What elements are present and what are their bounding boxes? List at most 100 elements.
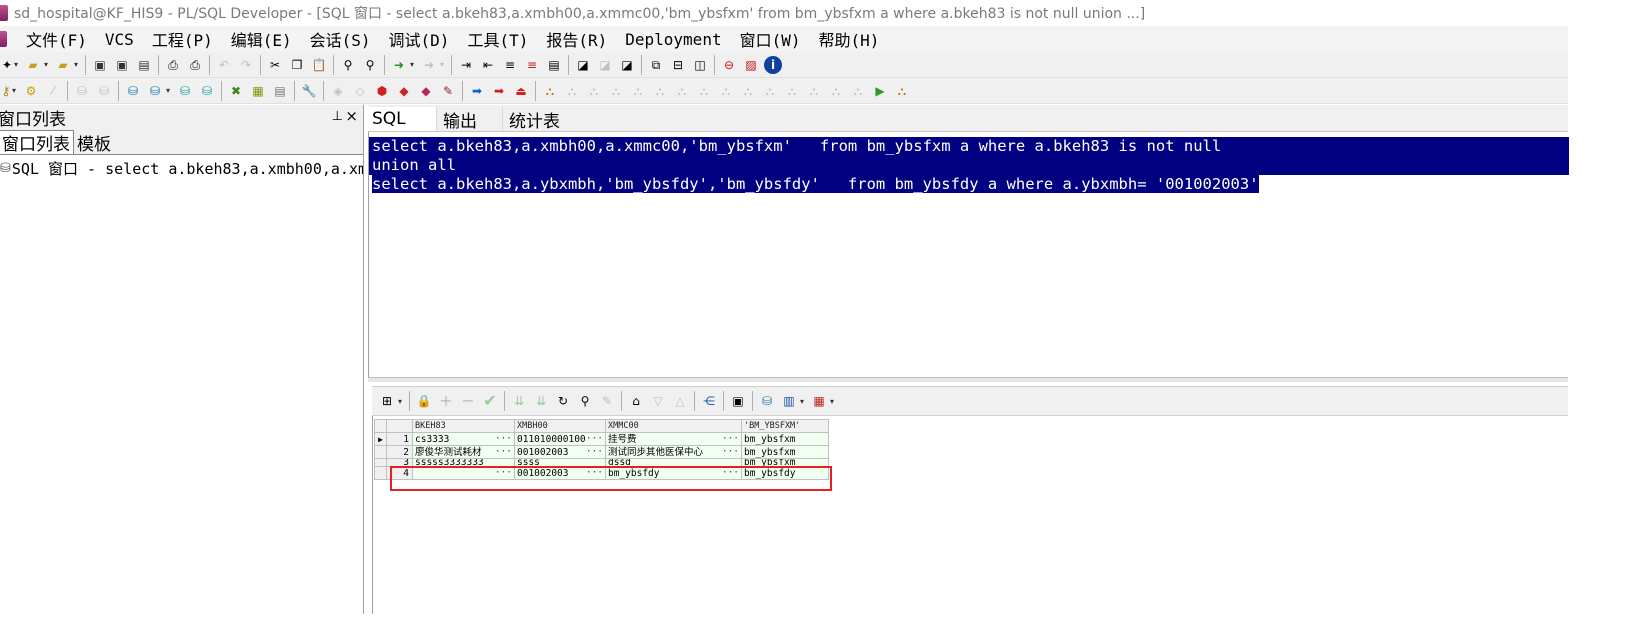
lock-icon[interactable]: 🔒 bbox=[415, 392, 433, 410]
tab-sql[interactable]: SQL bbox=[368, 107, 436, 131]
undo-icon[interactable]: ↶ bbox=[215, 56, 233, 74]
grid-cell[interactable]: sssss3333333 bbox=[412, 458, 515, 467]
grid-select-dropdown-icon[interactable]: ▾ bbox=[398, 397, 406, 406]
menu-window[interactable]: 窗口(W) bbox=[731, 27, 810, 51]
chart-icon[interactable]: ▥ bbox=[780, 392, 798, 410]
debug-stop-icon[interactable]: ◆ bbox=[395, 82, 413, 100]
sql-editor[interactable]: select a.bkeh83,a.xmbh00,a.xmmc00,'bm_yb… bbox=[368, 131, 1569, 377]
menu-edit[interactable]: 编辑(E) bbox=[222, 27, 301, 51]
object-e-icon[interactable]: ⛬ bbox=[651, 82, 669, 100]
query-builder-icon[interactable]: ◪ bbox=[596, 56, 614, 74]
debug-start-icon[interactable]: ◈ bbox=[329, 82, 347, 100]
menu-project[interactable]: 工程(P) bbox=[143, 27, 222, 51]
query-by-example-icon[interactable]: ⌂ bbox=[627, 392, 645, 410]
sort-desc-icon[interactable]: ▽ bbox=[649, 392, 667, 410]
object-b-icon[interactable]: ⛬ bbox=[585, 82, 603, 100]
object-extra-icon[interactable]: ⛬ bbox=[893, 82, 911, 100]
debug-red-icon[interactable]: ⬢ bbox=[373, 82, 391, 100]
new-icon[interactable]: ✦ bbox=[2, 56, 12, 74]
grid-cell[interactable]: 挂号费 ··· bbox=[605, 432, 742, 446]
column-header-bkeh83[interactable]: BKEH83 bbox=[412, 419, 515, 433]
object-l-icon[interactable]: ⛬ bbox=[805, 82, 823, 100]
sql-line[interactable]: union all bbox=[372, 156, 456, 175]
copy-icon[interactable]: ❐ bbox=[288, 56, 306, 74]
commit-icon[interactable]: ⛁ bbox=[73, 82, 91, 100]
chart-dropdown-icon[interactable]: ▾ bbox=[800, 397, 808, 406]
window-tile-v-icon[interactable]: ◫ bbox=[691, 56, 709, 74]
new-test-window-icon[interactable]: ⛁ bbox=[198, 82, 216, 100]
outdent-icon[interactable]: ⇤ bbox=[479, 56, 497, 74]
object-a-icon[interactable]: ⛬ bbox=[563, 82, 581, 100]
find-icon[interactable]: ⚲ bbox=[339, 56, 357, 74]
uncomment-icon[interactable]: ≡ bbox=[523, 56, 541, 74]
paste-icon[interactable]: 📋 bbox=[310, 56, 328, 74]
table-row[interactable]: 2 廖俊华测试耗材 ··· 001002003 ··· 测试同步其他医保中心 ··· … bbox=[374, 445, 829, 459]
export-table-dropdown-icon[interactable]: ▾ bbox=[830, 397, 838, 406]
object-g-icon[interactable]: ⛬ bbox=[695, 82, 713, 100]
execute-settings-icon[interactable]: ⚙ bbox=[22, 82, 40, 100]
column-header-xmmc00[interactable]: XMMC00 bbox=[605, 419, 742, 433]
table-row[interactable]: 3 sssss3333333 ssss dssd bm_ybsfxm bbox=[374, 458, 829, 467]
save-as-icon[interactable]: ▣ bbox=[113, 56, 131, 74]
refresh-icon[interactable]: ↻ bbox=[554, 392, 572, 410]
pin-icon[interactable]: ⊥ bbox=[332, 109, 343, 124]
row-number[interactable]: 2 bbox=[386, 445, 413, 459]
cell-ellipsis[interactable]: ··· bbox=[586, 447, 603, 458]
menu-debug[interactable]: 调试(D) bbox=[380, 27, 459, 51]
window-tile-h-icon[interactable]: ⊟ bbox=[669, 56, 687, 74]
object-f-icon[interactable]: ⛬ bbox=[673, 82, 691, 100]
break-icon[interactable]: ⁄ bbox=[44, 82, 62, 100]
grid-cell[interactable]: bm_ybsfxm bbox=[741, 458, 829, 467]
describe-icon[interactable]: ◪ bbox=[574, 56, 592, 74]
export-icon[interactable]: ➜ bbox=[420, 56, 438, 74]
menu-tools[interactable]: 工具(T) bbox=[458, 27, 537, 51]
print-setup-icon[interactable]: ⎙ bbox=[186, 56, 204, 74]
compile-icon[interactable]: ⛬ bbox=[541, 82, 559, 100]
object-k-icon[interactable]: ⛬ bbox=[783, 82, 801, 100]
cell-ellipsis[interactable]: ··· bbox=[586, 434, 603, 445]
sql-line[interactable]: select a.bkeh83,a.ybxmbh,'bm_ybsfdy','bm… bbox=[372, 175, 1259, 194]
new-command-window-icon[interactable]: ⛁ bbox=[176, 82, 194, 100]
grid-cell[interactable]: dssd bbox=[605, 458, 742, 467]
cut-icon[interactable]: ✂ bbox=[266, 56, 284, 74]
open-file-icon[interactable]: ▰ bbox=[54, 56, 72, 74]
open-file-dropdown-icon[interactable]: ▾ bbox=[74, 60, 82, 69]
column-header-bm-ybsfxm[interactable]: 'BM_YBSFXM' bbox=[741, 419, 829, 433]
cell-ellipsis[interactable]: ··· bbox=[495, 434, 512, 445]
export-db-icon[interactable]: ⛁ bbox=[758, 392, 776, 410]
cell-ellipsis[interactable]: ··· bbox=[722, 434, 739, 445]
comment-icon[interactable]: ≡ bbox=[501, 56, 519, 74]
object-n-icon[interactable]: ⛬ bbox=[849, 82, 867, 100]
last-page-icon[interactable]: ⇊ bbox=[532, 392, 550, 410]
next-page-icon[interactable]: ⇊ bbox=[510, 392, 528, 410]
report-icon[interactable]: ▦ bbox=[249, 82, 267, 100]
info-icon[interactable]: i bbox=[764, 55, 782, 74]
save-results-icon[interactable]: ▣ bbox=[729, 392, 747, 410]
delete-record-icon[interactable]: − bbox=[459, 392, 477, 410]
row-number[interactable]: 4 bbox=[386, 466, 413, 480]
find-in-grid-icon[interactable]: ⚲ bbox=[576, 392, 594, 410]
oracle-icon[interactable]: ⊖ bbox=[720, 56, 738, 74]
import-icon[interactable]: ➜ bbox=[390, 56, 408, 74]
window-list-item[interactable]: ⛁ SQL 窗口 - select a.bkeh83,a.xmbh00,a.xm… bbox=[0, 157, 363, 179]
new-dropdown-icon[interactable]: ▾ bbox=[14, 60, 22, 69]
import-dropdown-icon[interactable]: ▾ bbox=[410, 60, 418, 69]
rollback-icon[interactable]: ⛁ bbox=[95, 82, 113, 100]
insert-record-icon[interactable]: + bbox=[437, 392, 455, 410]
step-into-icon[interactable]: ➡ bbox=[468, 82, 486, 100]
app-menu-icon[interactable] bbox=[0, 31, 7, 47]
menu-help[interactable]: 帮助(H) bbox=[809, 27, 888, 51]
debug-step-icon[interactable]: ◇ bbox=[351, 82, 369, 100]
object-j-icon[interactable]: ⛬ bbox=[761, 82, 779, 100]
cell-ellipsis[interactable]: ··· bbox=[495, 447, 512, 458]
format-icon[interactable]: ▤ bbox=[545, 56, 563, 74]
print-icon[interactable]: ⎙ bbox=[164, 56, 182, 74]
row-number[interactable]: 1 bbox=[386, 432, 413, 446]
open-dropdown-icon[interactable]: ▾ bbox=[44, 60, 52, 69]
cell-ellipsis[interactable]: ··· bbox=[722, 447, 739, 458]
grid-cell[interactable]: 廖俊华测试耗材 ··· bbox=[412, 445, 515, 459]
grid-cell[interactable]: 001002003 ··· bbox=[514, 466, 606, 480]
new-sql-window-icon[interactable]: ⛁ bbox=[124, 82, 142, 100]
table-row[interactable]: 4 ··· 001002003 ··· bm_ybsfdy ··· bm_ybsfd… bbox=[374, 466, 829, 480]
object-i-icon[interactable]: ⛬ bbox=[739, 82, 757, 100]
